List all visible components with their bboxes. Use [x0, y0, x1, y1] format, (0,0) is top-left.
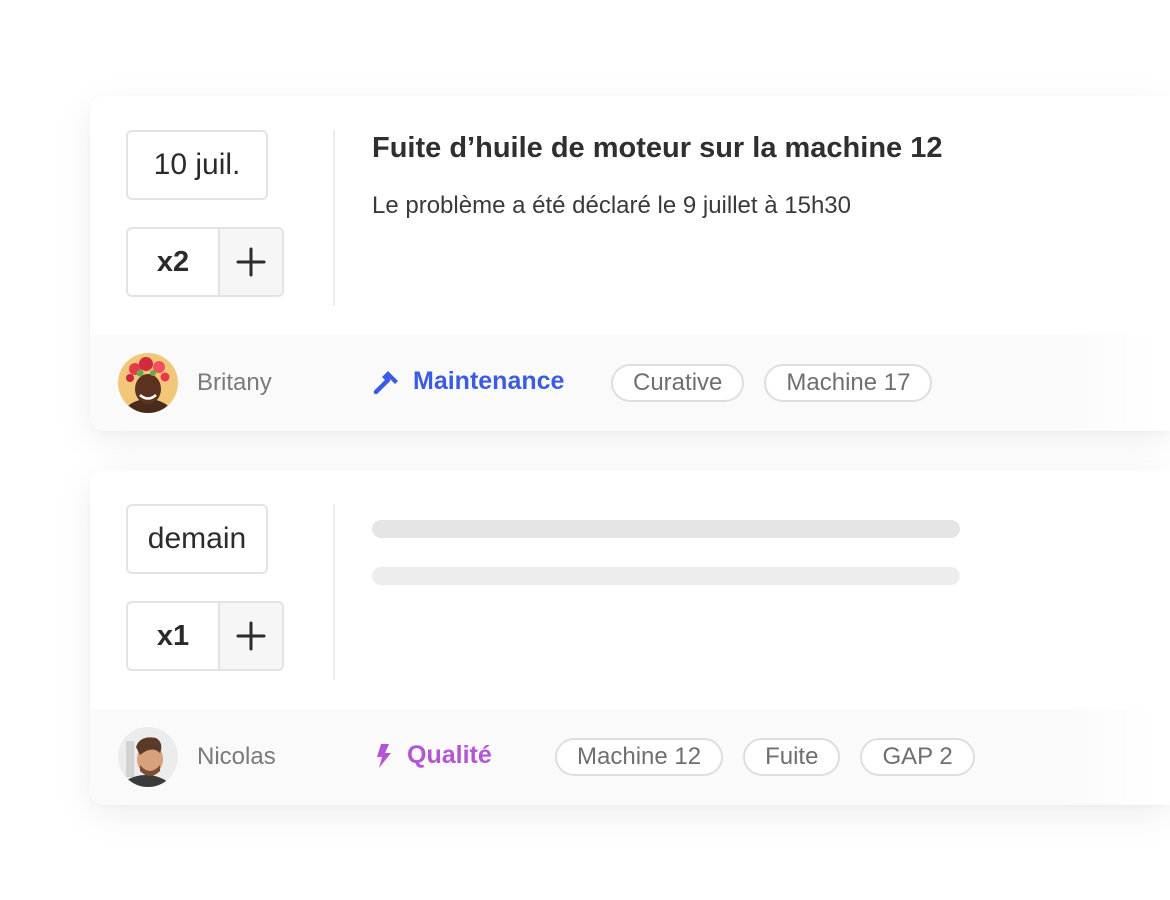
- category-qualite[interactable]: Qualité: [373, 741, 492, 770]
- tag[interactable]: Curative: [611, 364, 745, 402]
- quantity-stepper: x2: [126, 227, 284, 297]
- title-placeholder: [372, 520, 960, 538]
- vertical-divider: [333, 130, 335, 306]
- avatar[interactable]: [118, 353, 178, 413]
- task-card[interactable]: 10 juil. x2 Fuite d’huile de moteur sur …: [90, 96, 1170, 431]
- lightning-icon: [373, 742, 395, 770]
- quantity-value: x1: [128, 603, 220, 669]
- quantity-value: x2: [128, 229, 220, 295]
- category-label: Maintenance: [413, 367, 565, 395]
- task-description: Le problème a été déclaré le 9 juillet à…: [372, 192, 851, 219]
- card-body: 10 juil. x2 Fuite d’huile de moteur sur …: [90, 96, 1170, 336]
- due-date-value: demain: [147, 522, 247, 555]
- user-name: Britany: [197, 369, 272, 396]
- increment-button[interactable]: [220, 603, 282, 669]
- quantity-stepper: x1: [126, 601, 284, 671]
- due-date-field[interactable]: 10 juil.: [126, 130, 268, 200]
- card-footer: Nicolas Qualité Machine 12 Fuite GAP 2: [90, 709, 1170, 805]
- card-footer: Britany Maintenance Curative Machine 17: [90, 335, 1170, 431]
- plus-icon: [236, 247, 266, 277]
- tag-list: Machine 12 Fuite GAP 2: [555, 738, 995, 776]
- tag-list: Curative Machine 17: [611, 364, 952, 402]
- description-placeholder: [372, 567, 960, 585]
- due-date-field[interactable]: demain: [126, 504, 268, 574]
- task-title: Fuite d’huile de moteur sur la machine 1…: [372, 132, 943, 164]
- task-card[interactable]: demain x1 Nicolas Qualité Machine 12 Fui…: [90, 470, 1170, 805]
- tag[interactable]: Fuite: [743, 738, 841, 776]
- tag[interactable]: Machine 12: [555, 738, 724, 776]
- tag[interactable]: GAP 2: [860, 738, 975, 776]
- due-date-value: 10 juil.: [153, 148, 241, 181]
- vertical-divider: [333, 504, 335, 680]
- category-label: Qualité: [407, 741, 492, 769]
- user-name: Nicolas: [197, 743, 276, 770]
- hammer-icon: [373, 368, 401, 396]
- increment-button[interactable]: [220, 229, 282, 295]
- category-maintenance[interactable]: Maintenance: [373, 367, 564, 396]
- plus-icon: [236, 621, 266, 651]
- card-body: demain x1: [90, 470, 1170, 710]
- tag[interactable]: Machine 17: [764, 364, 933, 402]
- avatar[interactable]: [118, 727, 178, 787]
